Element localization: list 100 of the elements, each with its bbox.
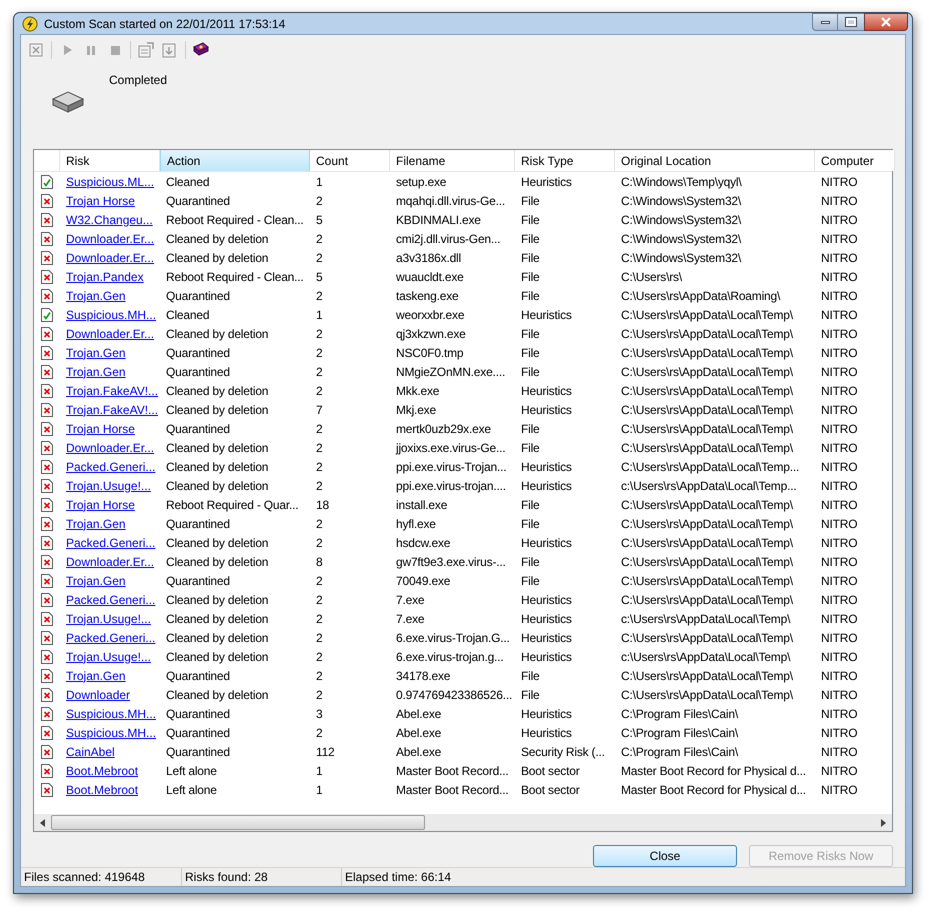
document-x-icon <box>41 194 53 208</box>
table-cell: Quarantined <box>166 516 230 530</box>
risk-link[interactable]: Trojan.Gen <box>66 574 126 588</box>
risk-link[interactable]: Trojan.Gen <box>66 288 126 302</box>
risk-link[interactable]: Packed.Generi... <box>66 630 156 644</box>
table-cell: C:\Users\rs\AppData\Local\Temp\ <box>621 536 793 550</box>
risk-link[interactable]: Packed.Generi... <box>66 536 156 550</box>
risk-link[interactable]: Downloader.Er... <box>66 440 154 454</box>
table-cell: Heuristics <box>521 384 572 398</box>
risk-link[interactable]: Trojan.Pandex <box>66 270 144 284</box>
table-cell: cmi2j.dll.virus-Gen... <box>396 232 500 246</box>
risk-link[interactable]: W32.Changeu... <box>66 212 153 226</box>
table-cell: 2 <box>316 516 322 530</box>
risk-link[interactable]: Trojan Horse <box>66 422 135 436</box>
table-cell: Cleaned by deletion <box>166 440 268 454</box>
risk-link[interactable]: Trojan.Usuge!... <box>66 650 151 664</box>
risk-link[interactable]: Boot.Mebroot <box>66 764 138 778</box>
risk-link[interactable]: Trojan Horse <box>66 194 135 208</box>
table-cell: Left alone <box>166 782 217 796</box>
table-cell: 2 <box>316 592 322 606</box>
table-cell: taskeng.exe <box>396 288 459 302</box>
risk-link[interactable]: Trojan.Gen <box>66 516 126 530</box>
table-cell: Quarantined <box>166 726 230 740</box>
table-cell: C:\Program Files\Cain\ <box>621 744 738 758</box>
table-cell: C:\Windows\Temp\yqyl\ <box>621 174 742 188</box>
table-cell: C:\Users\rs\AppData\Roaming\ <box>621 288 780 302</box>
table-cell: 1 <box>316 174 322 188</box>
table-cell: wuaucldt.exe <box>396 270 464 284</box>
risk-link[interactable]: Downloader.Er... <box>66 326 154 340</box>
risk-link[interactable]: Suspicious.ML... <box>66 174 154 188</box>
table-cell: NITRO <box>821 554 858 568</box>
maximize-button[interactable] <box>838 13 864 31</box>
risk-link[interactable]: Downloader.Er... <box>66 250 154 264</box>
table-cell: Reboot Required - Quar... <box>166 498 298 512</box>
table-cell: 70049.exe <box>396 574 450 588</box>
risk-link[interactable]: Trojan.Gen <box>66 364 126 378</box>
table-cell: C:\Users\rs\AppData\Local\Temp\ <box>621 554 793 568</box>
table-cell: Cleaned by deletion <box>166 554 268 568</box>
table-cell: NITRO <box>821 764 858 778</box>
window-title: Custom Scan started on 22/01/2011 17:53:14 <box>44 16 286 32</box>
risk-link[interactable]: Suspicious.MH... <box>66 308 156 322</box>
risk-link[interactable]: Downloader <box>66 688 130 702</box>
table-cell: C:\Program Files\Cain\ <box>621 726 738 740</box>
table-cell: 2 <box>316 364 322 378</box>
table-cell: 5 <box>316 212 322 226</box>
table-cell: 6.exe.virus-Trojan.G... <box>396 630 510 644</box>
table-cell: Heuristics <box>521 706 572 720</box>
table-cell: NITRO <box>821 498 858 512</box>
close-button[interactable] <box>864 13 908 31</box>
risk-link[interactable]: CainAbel <box>66 744 115 758</box>
risk-link[interactable]: Trojan.Usuge!... <box>66 478 151 492</box>
table-cell: Mkj.exe <box>396 402 436 416</box>
risk-link[interactable]: Suspicious.MH... <box>66 726 156 740</box>
table-cell: NITRO <box>821 194 858 208</box>
risk-link[interactable]: Boot.Mebroot <box>66 782 138 796</box>
table-cell: File <box>521 688 540 702</box>
table-cell: C:\Windows\System32\ <box>621 250 742 264</box>
risk-link[interactable]: Packed.Generi... <box>66 592 156 606</box>
document-x-icon <box>41 384 53 398</box>
table-cell: C:\Windows\System32\ <box>621 232 742 246</box>
table-cell: Heuristics <box>521 460 572 474</box>
table-cell: 2 <box>316 688 322 702</box>
table-cell: 2 <box>316 536 322 550</box>
risk-link[interactable]: Trojan.Usuge!... <box>66 612 151 626</box>
minimize-button[interactable] <box>812 13 838 31</box>
table-cell: Quarantined <box>166 364 230 378</box>
table-cell: Quarantined <box>166 744 230 758</box>
risk-link[interactable]: Trojan.FakeAV!... <box>66 384 158 398</box>
table-cell: Quarantined <box>166 422 230 436</box>
document-x-icon <box>41 250 53 264</box>
table-cell: NITRO <box>821 706 858 720</box>
table-cell: Cleaned by deletion <box>166 460 268 474</box>
scroll-right-icon[interactable] <box>881 818 886 826</box>
table-cell: File <box>521 232 540 246</box>
risk-link[interactable]: Downloader.Er... <box>66 232 154 246</box>
table-cell: File <box>521 346 540 360</box>
horizontal-scrollbar[interactable] <box>34 814 892 831</box>
table-cell: Heuristics <box>521 536 572 550</box>
table-cell: Cleaned by deletion <box>166 630 268 644</box>
table-cell: Cleaned by deletion <box>166 592 268 606</box>
table-cell: 34178.exe <box>396 668 450 682</box>
scroll-left-icon[interactable] <box>40 818 45 826</box>
risk-link[interactable]: Suspicious.MH... <box>66 706 156 720</box>
table-cell: Quarantined <box>166 288 230 302</box>
risk-link[interactable]: Downloader.Er... <box>66 554 154 568</box>
document-x-icon <box>41 478 53 492</box>
close-dialog-button[interactable]: Close <box>593 845 737 867</box>
risk-link[interactable]: Trojan.Gen <box>66 346 126 360</box>
risk-link[interactable]: Trojan Horse <box>66 498 135 512</box>
table-cell: C:\Windows\System32\ <box>621 212 742 226</box>
table-cell: NITRO <box>821 212 858 226</box>
scan-status: Completed <box>109 72 168 89</box>
column-header[interactable]: Action <box>160 150 310 171</box>
status-bar-text: Risks found: 28 <box>181 868 341 886</box>
table-cell: NMgieZOnMN.exe.... <box>396 364 506 378</box>
risk-link[interactable]: Trojan.FakeAV!... <box>66 402 158 416</box>
risk-link[interactable]: Packed.Generi... <box>66 460 156 474</box>
document-x-icon <box>41 326 53 340</box>
table-cell: weorxxbr.exe <box>396 308 464 322</box>
risk-link[interactable]: Trojan.Gen <box>66 668 126 682</box>
